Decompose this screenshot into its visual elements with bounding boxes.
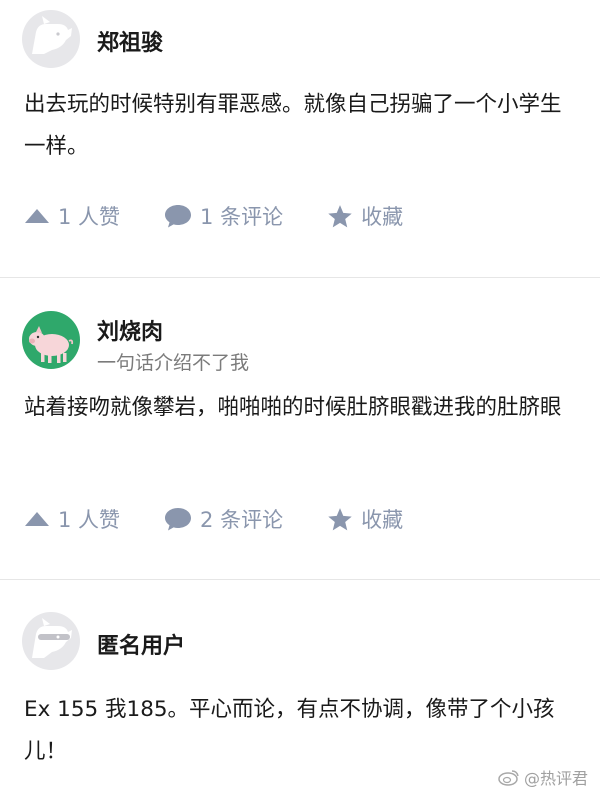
divider	[0, 579, 600, 580]
comment-bubble-icon	[164, 204, 192, 228]
upvote-triangle-icon	[24, 208, 50, 224]
comment-count: 2 条评论	[200, 508, 284, 532]
author-name[interactable]: 匿名用户	[97, 628, 185, 660]
comment-button[interactable]: 2 条评论	[164, 504, 283, 534]
pig-avatar-icon	[22, 311, 80, 369]
anonymous-avatar[interactable]	[22, 612, 80, 670]
comment-button[interactable]: 1 条评论	[164, 201, 283, 231]
star-icon	[327, 204, 353, 229]
default-avatar[interactable]	[22, 10, 80, 68]
upvote-button[interactable]: 1 人赞	[24, 201, 120, 231]
upvote-triangle-icon	[24, 511, 50, 527]
action-bar: 1 人赞 2 条评论 收藏	[24, 504, 403, 534]
comment-bubble-icon	[164, 507, 192, 531]
answer-content: Ex 155 我185。平心而论，有点不协调，像带了个小孩儿！	[24, 697, 555, 764]
pig-avatar[interactable]	[22, 311, 80, 369]
author-name[interactable]: 刘烧肉	[97, 314, 163, 346]
watermark-text: @热评君	[523, 769, 588, 788]
answer-content: 出去玩的时候特别有罪恶感。就像自己拐骗了一个小学生一样。	[24, 92, 562, 159]
favorite-button[interactable]: 收藏	[327, 504, 403, 534]
upvote-count: 1 人赞	[58, 205, 121, 229]
answer-content: 站着接吻就像攀岩，啪啪啪的时候肚脐眼戳进我的肚脐眼	[24, 395, 562, 420]
favorite-label: 收藏	[361, 508, 404, 532]
author-bio: 一句话介绍不了我	[97, 352, 250, 374]
upvote-count: 1 人赞	[58, 508, 121, 532]
action-bar: 1 人赞 1 条评论 收藏	[24, 201, 403, 231]
comment-count: 1 条评论	[200, 205, 284, 229]
divider	[0, 277, 600, 278]
author-name[interactable]: 郑祖骏	[97, 25, 163, 57]
upvote-button[interactable]: 1 人赞	[24, 504, 120, 534]
weibo-icon	[498, 768, 520, 786]
anonymous-avatar-icon	[22, 612, 80, 670]
star-icon	[327, 507, 353, 532]
default-avatar-icon	[22, 10, 80, 68]
weibo-watermark: @热评君	[498, 765, 588, 789]
favorite-button[interactable]: 收藏	[327, 201, 403, 231]
favorite-label: 收藏	[361, 205, 404, 229]
